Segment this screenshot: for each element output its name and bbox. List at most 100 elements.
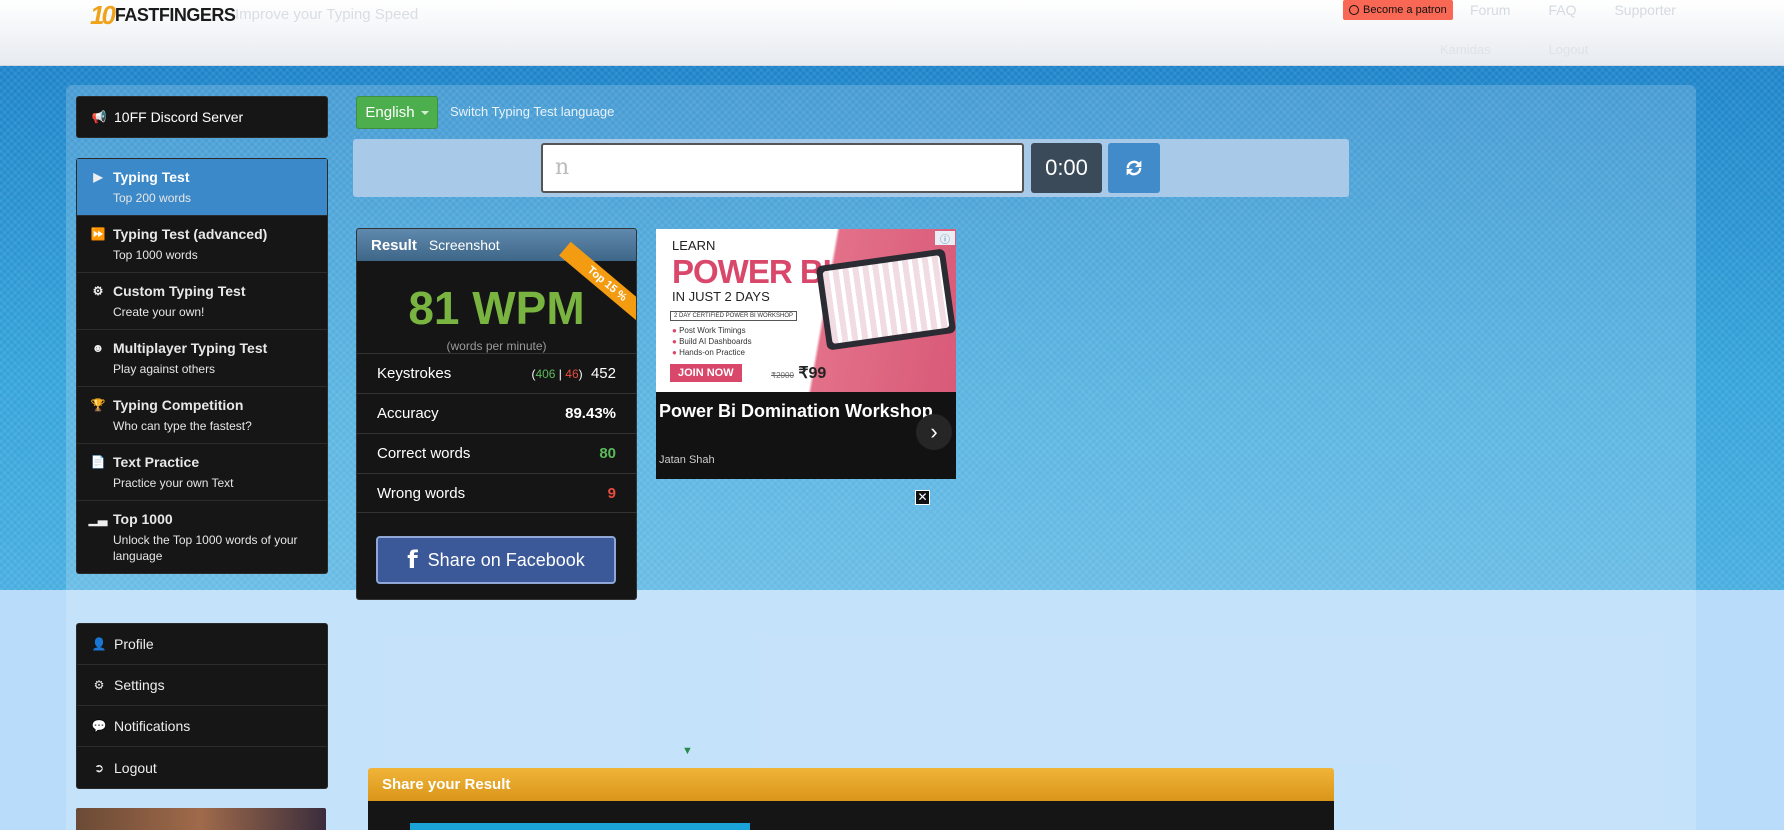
account-item-label: Profile (114, 636, 154, 652)
document-icon: 📄 (90, 455, 106, 469)
user-icon: 👤 (91, 637, 107, 651)
header-logout-link[interactable]: Logout (1549, 42, 1589, 57)
nav-subtitle: Who can type the fastest? (113, 419, 252, 433)
result-panel: Result Screenshot Top 15 % 81 WPM (words… (356, 228, 637, 600)
refresh-icon (1126, 160, 1142, 176)
wpm-caption: (words per minute) (446, 339, 547, 353)
switch-language-link[interactable]: Switch Typing Test language (450, 104, 614, 119)
share-result-header: Share your Result (368, 768, 1334, 801)
sidebar-item-competition[interactable]: 🏆 Typing Competition Who can type the fas… (77, 387, 327, 444)
ad-bullets: ● Post Work Timings ● Build AI Dashboard… (672, 326, 752, 357)
ad-join-button[interactable]: JOIN NOW (670, 364, 742, 382)
typing-input[interactable]: n (541, 143, 1024, 193)
accuracy-row: Accuracy 89.43% (357, 393, 636, 433)
chevron-right-icon[interactable]: › (916, 414, 952, 450)
nav-title: Typing Test (advanced) (113, 226, 268, 242)
signal-icon: ▁▃ (88, 512, 108, 526)
correct-words-value: 80 (599, 445, 616, 462)
nav-subtitle: Top 200 words (113, 191, 192, 205)
laptop-image (815, 248, 956, 351)
discord-server-link[interactable]: 📢 10FF Discord Server (76, 96, 328, 138)
logo-text: FASTFINGERS (114, 4, 236, 25)
filter-icon: ▼ (682, 745, 693, 757)
keystrokes-row: Keystrokes (406 | 46) 452 (357, 353, 636, 393)
account-item-label: Settings (114, 677, 165, 693)
close-icon[interactable]: ✕ (915, 490, 930, 505)
profile-link[interactable]: 👤 Profile (77, 624, 327, 665)
logout-icon: ➲ (93, 760, 105, 775)
settings-link[interactable]: ⚙ Settings (77, 665, 327, 706)
ad-banner: LEARN POWER BI IN JUST 2 DAYS 2 DAY CERT… (656, 229, 956, 392)
site-logo[interactable]: 10 FASTFINGERS (90, 0, 236, 30)
account-menu: 👤 Profile ⚙ Settings 💬 Notifications ➲ L… (76, 623, 328, 789)
nav-title: Typing Test (113, 169, 190, 185)
comment-icon: 💬 (91, 719, 107, 733)
sidebar-item-text-practice[interactable]: 📄 Text Practice Practice your own Text (77, 444, 327, 501)
keystrokes-detail: (406 | 46) 452 (531, 365, 616, 382)
wrong-words-row: Wrong words 9 (357, 473, 636, 513)
account-item-label: Logout (114, 759, 157, 776)
ad-bullet: Hands-on Practice (679, 348, 745, 357)
trophy-icon: 🏆 (90, 398, 106, 412)
ad-bullet: Build AI Dashboards (679, 337, 752, 346)
username-link[interactable]: Kamidas (1440, 42, 1491, 57)
stat-label: Wrong words (377, 484, 466, 502)
result-header: Result Screenshot (357, 229, 636, 261)
patreon-icon (1349, 5, 1359, 15)
sidebar-item-typing-test-advanced[interactable]: ⏩ Typing Test (advanced) Top 1000 words (77, 216, 327, 273)
top-links: Forum FAQ Supporter (1470, 2, 1676, 18)
ad-bullet: Post Work Timings (679, 326, 746, 335)
megaphone-icon: 📢 (91, 110, 107, 124)
sidebar-item-typing-test[interactable]: ▶ Typing Test Top 200 words (77, 159, 327, 216)
nav-title: Multiplayer Typing Test (113, 340, 268, 356)
accuracy-value: 89.43% (565, 405, 616, 422)
facebook-icon: f (407, 546, 418, 574)
user-links: Kamidas Logout (1440, 42, 1588, 57)
fast-forward-icon: ⏩ (90, 227, 106, 241)
ad-new-price: ₹99 (798, 365, 827, 382)
gear-icon: ⚙ (93, 678, 105, 692)
ad-info-icon[interactable]: ⓘ (935, 231, 955, 246)
nav-subtitle: Play against others (113, 362, 216, 376)
nav-subtitle: Top 1000 words (113, 248, 198, 262)
become-patron-button[interactable]: Become a patron (1343, 0, 1453, 20)
share-facebook-button[interactable]: f Share on Facebook (376, 536, 616, 584)
sidebar-item-multiplayer[interactable]: ☻ Multiplayer Typing Test Play against ot… (77, 330, 327, 387)
ad-headline: POWER BI (672, 253, 832, 290)
top-navbar: 10 FASTFINGERS Improve your Typing Speed… (0, 0, 1784, 66)
account-item-label: Notifications (114, 718, 191, 734)
keystrokes-correct: 406 (535, 367, 556, 381)
logo-prefix: 10 (90, 0, 116, 30)
stat-label: Correct words (377, 445, 471, 462)
users-icon: ☻ (91, 341, 105, 355)
facebook-label: Share on Facebook (427, 549, 585, 570)
keystrokes-total: 452 (590, 365, 616, 382)
nav-subtitle: Practice your own Text (113, 476, 234, 490)
sidebar-item-top-1000[interactable]: ▁▃ Top 1000 Unlock the Top 1000 words of … (77, 501, 327, 573)
result-tab[interactable]: Result (371, 237, 417, 254)
nav-title: Text Practice (113, 454, 200, 470)
share-image-strip (410, 823, 750, 830)
advertisement[interactable]: LEARN POWER BI IN JUST 2 DAYS 2 DAY CERT… (656, 229, 956, 479)
sidebar-nav: ▶ Typing Test Top 200 words ⏩ Typing Test … (76, 158, 328, 574)
language-label: English (365, 104, 415, 121)
ad-learn: LEARN (672, 238, 716, 253)
stat-label: Keystrokes (377, 365, 452, 382)
ad-footer: Power Bi Domination Workshop Jatan Shah … (656, 392, 956, 479)
sidebar-item-custom-typing-test[interactable]: ⚙ Custom Typing Test Create your own! (77, 273, 327, 330)
wpm-value: 81 WPM (408, 282, 585, 334)
faq-link[interactable]: FAQ (1548, 2, 1576, 18)
language-dropdown[interactable]: English (356, 96, 438, 129)
reload-button[interactable] (1108, 143, 1160, 193)
nav-title: Typing Competition (113, 397, 244, 413)
keystrokes-wrong: 46 (565, 367, 579, 381)
logout-link[interactable]: ➲ Logout (77, 747, 327, 788)
site-tagline: Improve your Typing Speed (235, 6, 419, 23)
forum-link[interactable]: Forum (1470, 2, 1510, 18)
wrong-words-value: 9 (607, 484, 616, 502)
supporter-link[interactable]: Supporter (1614, 2, 1675, 18)
screenshot-tab[interactable]: Screenshot (429, 237, 500, 253)
play-icon: ▶ (93, 170, 103, 184)
notifications-link[interactable]: 💬 Notifications (77, 706, 327, 747)
stat-label: Accuracy (377, 405, 439, 422)
